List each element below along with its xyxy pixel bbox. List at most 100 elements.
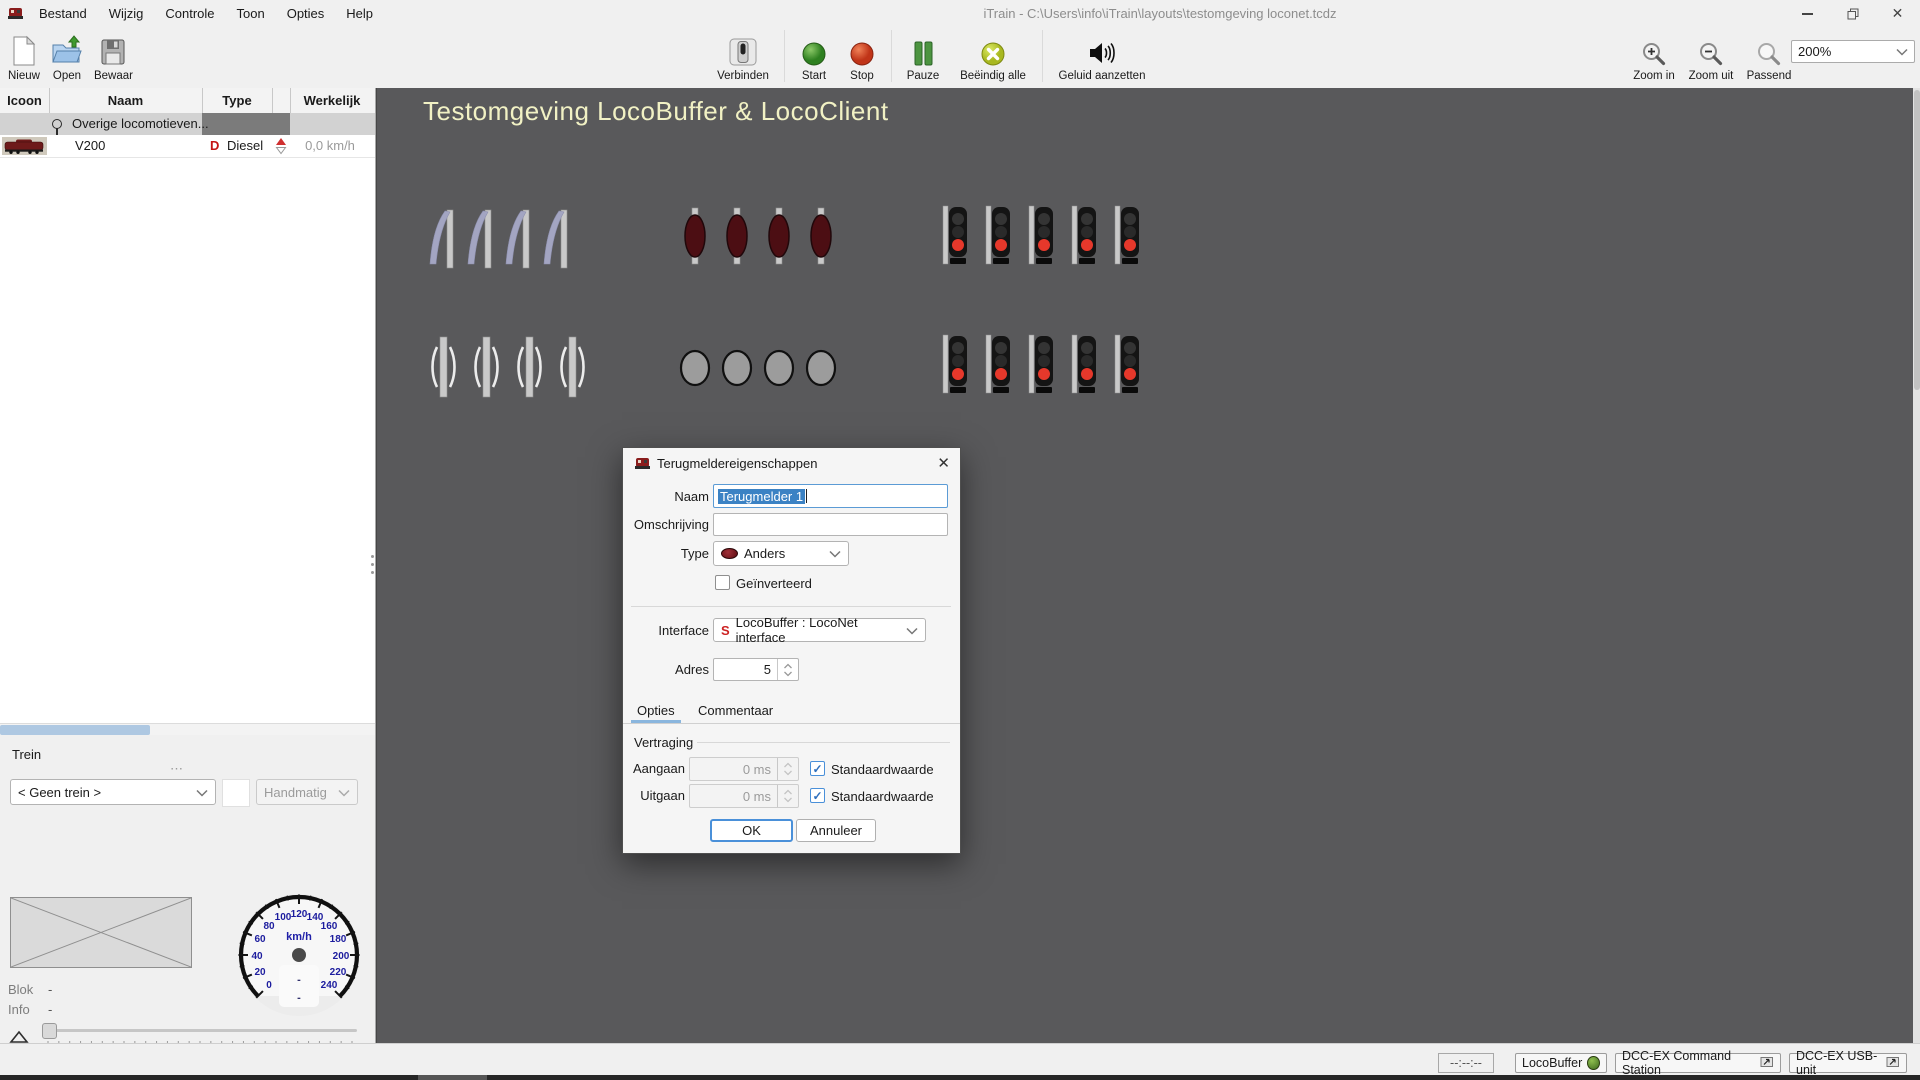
type-select[interactable]: Anders [713,541,849,566]
three-light-signal[interactable] [983,333,1013,397]
open-button[interactable]: Open [50,35,84,82]
zoom-in-button[interactable]: Zoom in [1630,35,1678,82]
svg-text:km/h: km/h [286,931,312,943]
restore-button[interactable] [1830,0,1875,27]
three-light-signal[interactable] [940,333,970,397]
window-title: iTrain - C:\Users\info\iTrain\layouts\te… [880,0,1440,27]
oval-signal[interactable] [806,206,836,266]
dialog-tab-commentaar[interactable]: Commentaar [698,703,773,718]
splitter-handle[interactable]: ⋯ [170,761,185,777]
column-icoon[interactable]: Icoon [0,88,50,113]
oval-signal[interactable] [764,206,794,266]
round-signal[interactable] [678,347,712,389]
nieuw-button[interactable]: Nieuw [8,35,40,82]
start-button[interactable]: Start [795,35,833,82]
menu-bestand[interactable]: Bestand [28,0,98,27]
svg-text:240: 240 [321,980,338,991]
semaphore-signal[interactable] [539,208,573,270]
dialog-tab-opties[interactable]: Opties [637,703,675,718]
passend-button[interactable]: Passend [1744,35,1794,82]
zoom-level-select[interactable]: 200% [1791,40,1915,63]
interface-select[interactable]: S LocoBuffer : LocoNet interface [713,618,926,642]
stop-label: Stop [850,70,874,82]
column-direction[interactable] [272,88,291,113]
scrollbar-thumb[interactable] [1914,90,1920,390]
semaphore-signal[interactable] [501,208,535,270]
mechanical-signal[interactable] [426,335,460,399]
verbinden-button[interactable]: Verbinden [712,35,774,82]
uitgaan-standaard-checkbox[interactable]: ✓ [810,788,825,803]
uitgaan-spinner[interactable]: 0 ms [689,784,799,808]
mechanical-signal[interactable] [512,335,546,399]
menu-opties[interactable]: Opties [276,0,336,27]
blok-label: Blok [8,982,33,997]
column-naam[interactable]: Naam [49,88,203,113]
three-light-signal[interactable] [1112,333,1142,397]
stop-button[interactable]: Stop [843,35,881,82]
menu-controle[interactable]: Controle [154,0,225,27]
dialog-close-button[interactable]: ✕ [937,454,950,472]
mode-select[interactable]: Handmatig [256,779,358,805]
three-light-signal[interactable] [1069,333,1099,397]
mechanical-signal[interactable] [469,335,503,399]
usb-unit-button[interactable]: DCC-EX USB-unit [1789,1053,1907,1073]
train-select[interactable]: < Geen trein > [10,779,216,805]
oval-signal[interactable] [680,206,710,266]
pauze-label: Pauze [907,70,940,82]
spinner-arrows-icon[interactable] [777,659,798,680]
annuleer-button[interactable]: Annuleer [796,819,876,842]
aangaan-standaard-checkbox[interactable]: ✓ [810,761,825,776]
menu-toon[interactable]: Toon [226,0,276,27]
oval-signal[interactable] [722,206,752,266]
aangaan-spinner[interactable]: 0 ms [689,757,799,781]
text-caret [806,489,807,503]
command-station-button[interactable]: DCC-EX Command Station [1615,1053,1781,1073]
restore-icon [1847,8,1859,20]
semaphore-signal[interactable] [425,208,459,270]
speed-slider-thumb[interactable] [42,1023,57,1039]
close-button[interactable]: ✕ [1875,0,1920,27]
pauze-button[interactable]: Pauze [902,35,944,82]
naam-input[interactable]: Terugmelder 1 [713,484,948,508]
round-signal[interactable] [762,347,796,389]
panel-splitter[interactable] [371,555,374,574]
semaphore-signal[interactable] [463,208,497,270]
pause-icon [910,35,936,67]
minimize-button[interactable] [1785,0,1830,27]
toolbar: Nieuw Open [0,27,1920,88]
direction-indicator-icon[interactable] [275,137,287,158]
beeindig-alle-button[interactable]: Beëindig alle [954,35,1032,82]
mechanical-signal[interactable] [555,335,589,399]
round-signal[interactable] [720,347,754,389]
zoom-level-value: 200% [1798,44,1831,59]
signal-group-round [678,347,838,389]
adres-spinner[interactable]: 5 [713,658,799,681]
ok-button[interactable]: OK [710,819,793,842]
geluid-button[interactable]: Geluid aanzetten [1053,35,1151,82]
three-light-signal[interactable] [1069,204,1099,268]
scrollbar-thumb[interactable] [0,725,150,735]
three-light-signal[interactable] [1112,204,1142,268]
three-light-signal[interactable] [1026,333,1056,397]
open-folder-icon [50,35,84,67]
column-type[interactable]: Type [202,88,273,113]
type-label: Type [623,546,709,561]
round-signal[interactable] [804,347,838,389]
vertical-scrollbar[interactable] [1913,88,1920,1043]
table-row-v200[interactable]: V200 D Diesel 0,0 km/h [0,135,375,158]
zoom-uit-button[interactable]: Zoom uit [1685,35,1737,82]
three-light-signal[interactable] [983,204,1013,268]
bewaar-button[interactable]: Bewaar [94,35,133,82]
three-light-signal[interactable] [940,204,970,268]
speed-slider-track[interactable] [45,1029,357,1032]
svg-text:40: 40 [251,951,263,962]
menu-wijzig[interactable]: Wijzig [98,0,155,27]
omschrijving-input[interactable] [713,513,948,536]
column-werkelijk[interactable]: Werkelijk [290,88,374,113]
three-light-signal[interactable] [1026,204,1056,268]
geinverteerd-checkbox[interactable] [715,575,730,590]
locobuffer-status-button[interactable]: LocoBuffer [1515,1053,1607,1073]
menu-help[interactable]: Help [335,0,384,27]
end-all-icon [979,35,1007,67]
interface-label: Interface [623,623,709,638]
